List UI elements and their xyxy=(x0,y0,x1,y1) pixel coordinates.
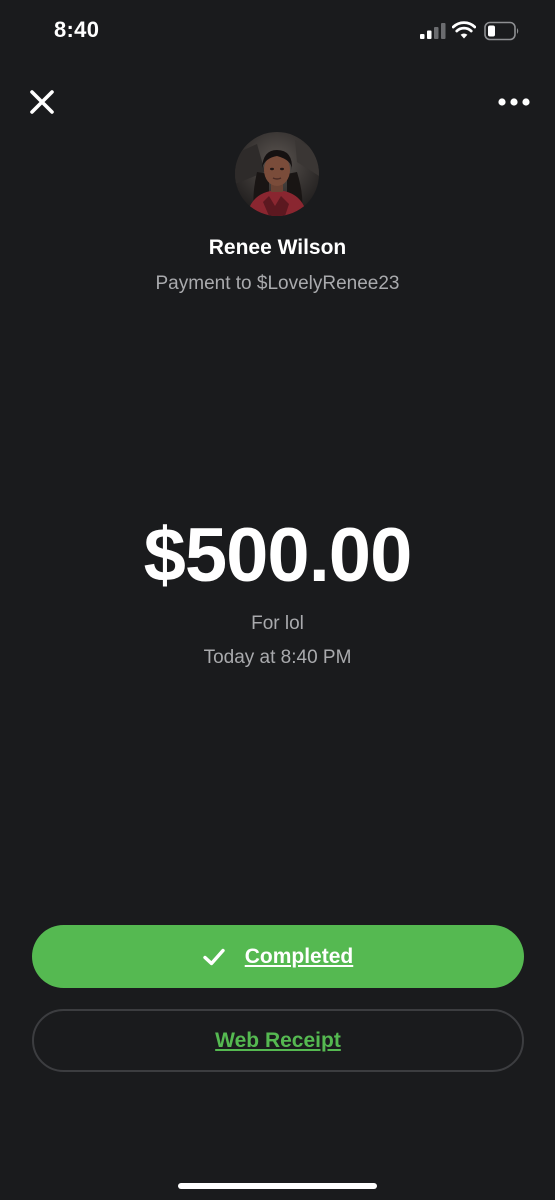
status-bar: 8:40 xyxy=(0,0,555,62)
battery-icon xyxy=(484,21,519,41)
check-icon xyxy=(203,948,225,965)
wifi-icon xyxy=(452,21,476,39)
more-options-button[interactable] xyxy=(492,88,536,116)
avatar xyxy=(235,132,319,216)
completed-button[interactable]: Completed xyxy=(32,925,524,988)
web-receipt-link[interactable]: Web Receipt xyxy=(215,1029,341,1053)
signal-icon xyxy=(420,23,446,39)
completed-label: Completed xyxy=(244,944,354,968)
home-indicator[interactable] xyxy=(178,1183,377,1189)
web-receipt-button[interactable]: Web Receipt xyxy=(32,1009,524,1072)
profile-photo xyxy=(235,132,319,216)
payment-amount: $500.00 xyxy=(143,513,413,598)
status-time: 8:40 xyxy=(54,17,100,42)
payment-recipient-handle: Payment to $LovelyRenee23 xyxy=(155,273,400,294)
close-icon xyxy=(30,90,54,114)
close-button[interactable] xyxy=(24,84,60,120)
recipient-name: Renee Wilson xyxy=(208,236,347,259)
more-icon xyxy=(498,98,530,106)
payment-timestamp: Today at 8:40 PM xyxy=(203,647,352,668)
payment-note: For lol xyxy=(251,613,304,634)
